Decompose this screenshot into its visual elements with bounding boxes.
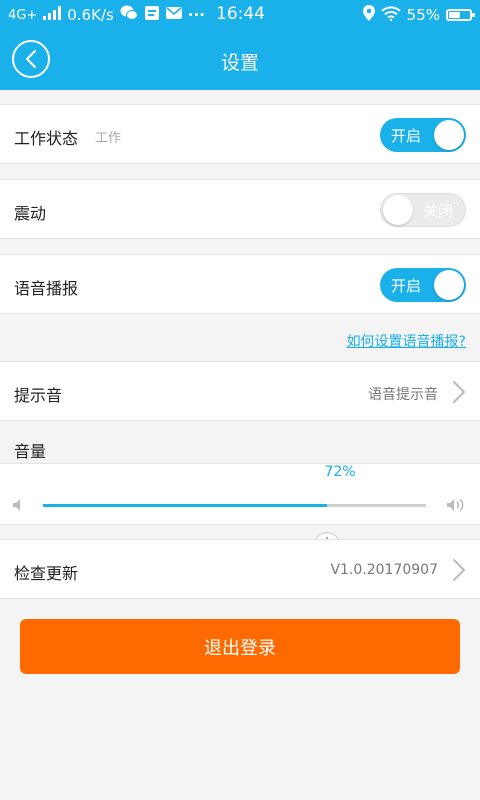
wifi-icon bbox=[380, 5, 401, 25]
battery-icon bbox=[446, 9, 475, 21]
status-bar-right: 55% bbox=[362, 5, 475, 25]
work-status-sub: 工作 bbox=[95, 131, 122, 146]
network-speed: 0.6K/s bbox=[67, 6, 114, 24]
prompt-sound-row[interactable]: 提示音 语音提示音 bbox=[0, 361, 480, 421]
volume-low-icon bbox=[13, 499, 20, 511]
mail-icon bbox=[165, 6, 182, 24]
prompt-sound-label: 提示音 bbox=[14, 386, 63, 405]
status-bar-left: 4G+ 0.6K/s ··· bbox=[8, 5, 205, 25]
volume-row: 72% bbox=[0, 463, 480, 558]
vibration-label: 震动 bbox=[14, 204, 47, 223]
voice-broadcast-toggle[interactable]: 开启 bbox=[380, 268, 466, 302]
volume-slider[interactable] bbox=[43, 504, 426, 558]
prompt-sound-value: 语音提示音 bbox=[368, 387, 438, 403]
battery-percent: 55% bbox=[406, 6, 440, 24]
more-dots: ··· bbox=[187, 6, 205, 24]
voice-broadcast-row: 语音播报 开启 bbox=[0, 254, 480, 314]
work-status-label: 工作状态 bbox=[14, 129, 79, 148]
toggle-label: 关闭 bbox=[422, 202, 453, 220]
status-time: 16:44 bbox=[216, 4, 265, 24]
battery-fill bbox=[449, 12, 460, 18]
toggle-knob bbox=[434, 120, 464, 150]
volume-high-icon bbox=[447, 498, 464, 512]
voice-broadcast-label: 语音播报 bbox=[14, 279, 79, 298]
notification-icon bbox=[144, 5, 160, 25]
toggle-knob bbox=[434, 270, 464, 300]
vibration-toggle[interactable]: 关闭 bbox=[380, 193, 466, 227]
signal-icon bbox=[43, 6, 62, 24]
app-version: V1.0.20170907 bbox=[330, 562, 438, 578]
chevron-right-icon bbox=[453, 381, 465, 403]
page-title: 设置 bbox=[220, 52, 259, 74]
toggle-label: 开启 bbox=[391, 277, 422, 295]
volume-percent: 72% bbox=[324, 464, 356, 480]
status-bar: 4G+ 0.6K/s ··· 16:44 55% bbox=[0, 0, 480, 30]
volume-slider-fill bbox=[43, 504, 328, 507]
check-update-label: 检查更新 bbox=[14, 564, 79, 583]
voice-help-link[interactable]: 如何设置语音播报? bbox=[347, 331, 466, 351]
toggle-label: 开启 bbox=[391, 127, 422, 145]
wechat-icon bbox=[120, 5, 138, 25]
header: 设置 bbox=[0, 30, 480, 90]
chevron-right-icon bbox=[453, 559, 465, 581]
vibration-row: 震动 关闭 bbox=[0, 179, 480, 239]
check-update-row[interactable]: 检查更新 V1.0.20170907 bbox=[0, 539, 480, 599]
logout-button[interactable]: 退出登录 bbox=[20, 619, 460, 674]
work-status-toggle[interactable]: 开启 bbox=[380, 118, 466, 152]
network-type: 4G+ bbox=[8, 7, 38, 23]
location-icon bbox=[362, 5, 375, 25]
work-status-row: 工作状态 工作 开启 bbox=[0, 104, 480, 164]
volume-label: 音量 bbox=[14, 442, 47, 461]
toggle-knob bbox=[383, 195, 413, 225]
